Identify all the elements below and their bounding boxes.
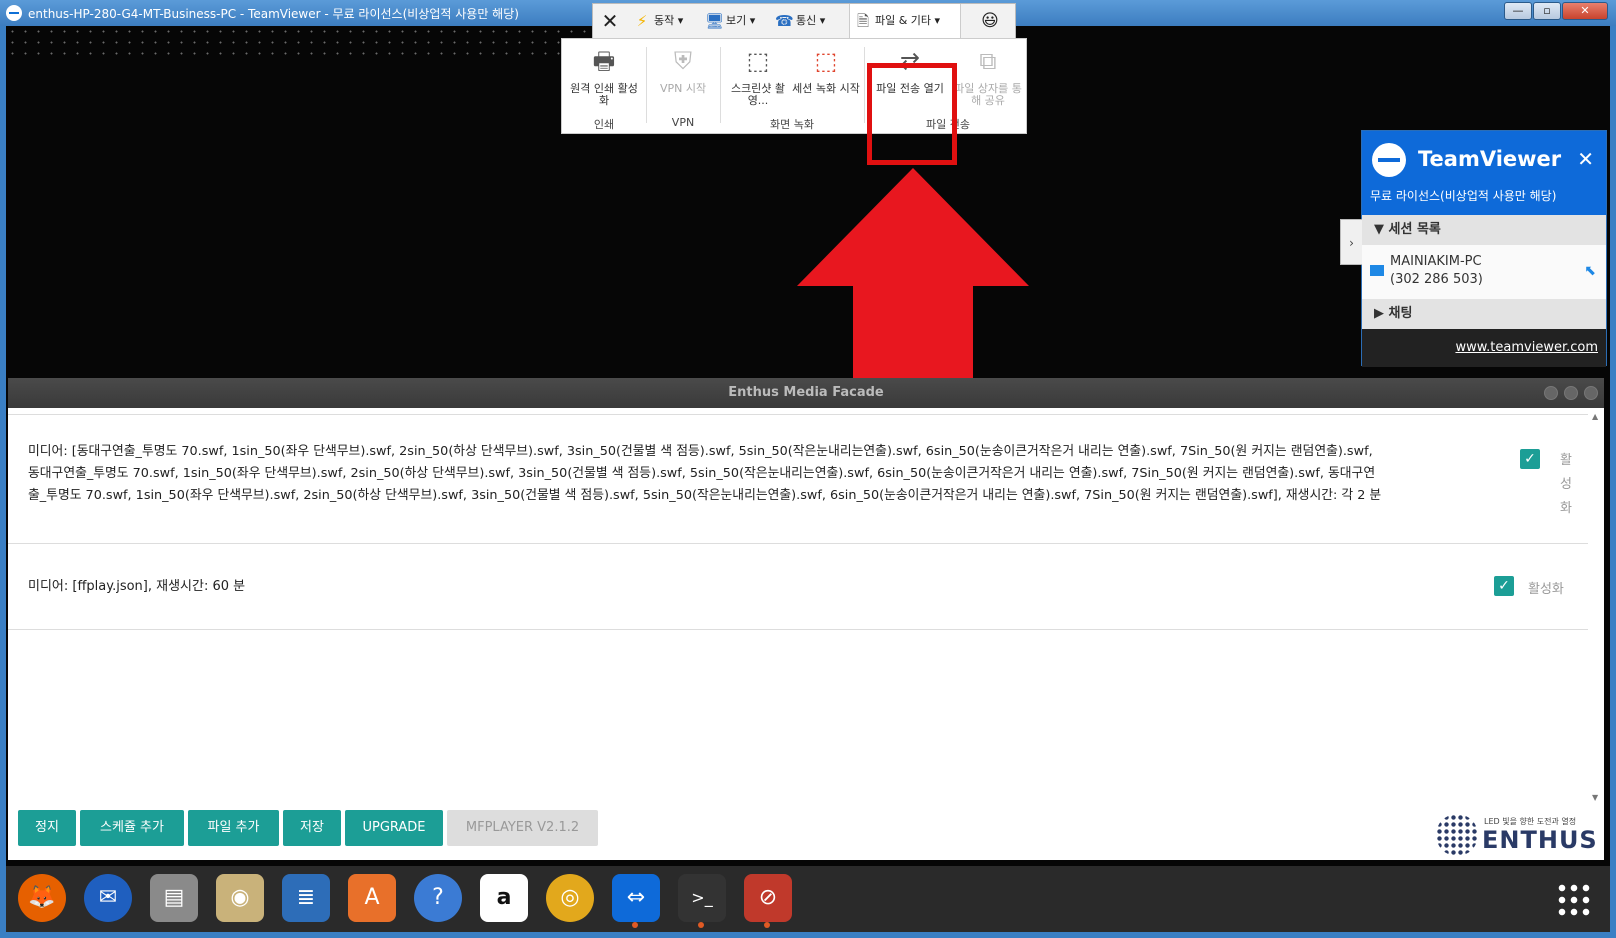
- ribbon-group-print: 인쇄: [593, 118, 615, 131]
- rhythmbox-icon[interactable]: ◉: [216, 874, 264, 922]
- file-box-share-button[interactable]: ⧉ 파일 상자를 통해 공유: [950, 45, 1026, 107]
- session-list-header[interactable]: ▼ 세션 목록: [1362, 215, 1606, 245]
- running-indicator: [632, 922, 638, 928]
- ribbon-group-vpn: VPN: [671, 116, 695, 129]
- computer-icon: [1370, 265, 1384, 276]
- teamviewer-url-link[interactable]: www.teamviewer.com: [1362, 329, 1606, 367]
- remote-print-button[interactable]: 🖶 원격 인쇄 활성화: [568, 45, 640, 107]
- ribbon-group-screen-record: 화면 녹화: [770, 118, 814, 131]
- toolbar-close-button[interactable]: ✕: [593, 4, 627, 38]
- version-label: MFPLAYER V2.1.2: [447, 810, 598, 846]
- emf-close-button[interactable]: [1584, 386, 1598, 400]
- amazon-icon[interactable]: a: [480, 874, 528, 922]
- close-window-button[interactable]: ✕: [1562, 2, 1608, 20]
- maximize-button[interactable]: ▫: [1533, 2, 1561, 20]
- feedback-emoji-button[interactable]: 😃: [973, 4, 1007, 38]
- media-facade-title: Enthus Media Facade: [8, 378, 1604, 408]
- vpn-shield-icon: ⛨: [674, 47, 692, 75]
- vpn-start-button[interactable]: ⛨ VPN 시작: [652, 45, 714, 95]
- chat-header[interactable]: ▶ 채팅: [1362, 299, 1606, 329]
- writer-icon[interactable]: ≣: [282, 874, 330, 922]
- stop-button[interactable]: 정지: [18, 810, 76, 846]
- screenshot-button[interactable]: ⬚ 스크린샷 촬영...: [724, 45, 792, 107]
- media-facade-window: Enthus Media Facade 미디어: [동대구연출_투명도 70.s…: [8, 378, 1604, 860]
- panel-close-icon[interactable]: ✕: [1577, 147, 1594, 171]
- show-applications-icon[interactable]: [1556, 882, 1590, 916]
- schedule-media-text: 미디어: [ffplay.json], 재생시간: 60 분: [28, 579, 246, 594]
- file-transfer-icon: 🗎: [856, 12, 870, 30]
- enthus-logo-word: ENTHUS: [1482, 826, 1598, 854]
- schedule-media-text: 미디어: [동대구연출_투명도 70.swf, 1sin_50(좌우 단색무브)…: [28, 444, 1382, 503]
- ribbon-divider: [646, 47, 647, 123]
- scroll-up-icon[interactable]: ▲: [1592, 412, 1598, 421]
- active-checkbox[interactable]: ✓: [1520, 449, 1540, 469]
- starfield-background: [6, 26, 596, 56]
- thunderbird-icon[interactable]: ✉: [84, 874, 132, 922]
- teamviewer-icon[interactable]: ⇔: [612, 874, 660, 928]
- teamviewer-session-panel: › TeamViewer ✕ 무료 라이선스(비상업적 사용만 해당) ▼ 세션…: [1340, 130, 1607, 367]
- session-id: (302 286 503): [1390, 272, 1483, 287]
- active-label: 활성화: [1528, 582, 1564, 597]
- emf-minimize-button[interactable]: [1544, 386, 1558, 400]
- toolbar-view-menu[interactable]: 🖥 보기 ▾: [705, 4, 755, 38]
- ribbon-divider: [720, 47, 721, 123]
- add-schedule-button[interactable]: 스케쥴 추가: [80, 810, 184, 846]
- scroll-down-icon[interactable]: ▼: [1592, 793, 1598, 802]
- session-item[interactable]: MAINIAKIM-PC (302 286 503) ⬉: [1362, 245, 1606, 299]
- running-indicator: [764, 922, 770, 928]
- teamviewer-app-icon: [6, 5, 22, 21]
- schedule-row[interactable]: 미디어: [ffplay.json], 재생시간: 60 분 ✓ 활성화: [8, 544, 1588, 630]
- panel-brand: TeamViewer: [1418, 147, 1562, 171]
- minimize-button[interactable]: —: [1504, 2, 1532, 20]
- schedule-row[interactable]: 미디어: [동대구연출_투명도 70.swf, 1sin_50(좌우 단색무브)…: [8, 414, 1588, 544]
- terminal-icon[interactable]: >_: [678, 874, 726, 928]
- monitor-icon: 🖥: [705, 12, 725, 30]
- list-scrollbar[interactable]: ▲ ▼: [1592, 412, 1602, 802]
- pointer-icon: ⬉: [1584, 263, 1596, 279]
- ribbon-divider: [864, 47, 865, 123]
- add-file-button[interactable]: 파일 추가: [188, 810, 279, 846]
- chrome-icon[interactable]: ◎: [546, 874, 594, 922]
- screenshot-icon: ⬚: [746, 47, 770, 75]
- red-arrow-annotation: [797, 168, 1029, 400]
- running-indicator: [698, 922, 704, 928]
- firefox-icon[interactable]: 🦊: [18, 874, 66, 922]
- toolbar-action-menu[interactable]: ⚡ 동작 ▾: [633, 4, 684, 38]
- upgrade-button[interactable]: UPGRADE: [345, 810, 443, 846]
- panel-collapse-handle[interactable]: ›: [1340, 219, 1362, 265]
- teamviewer-logo-icon: [1372, 143, 1406, 177]
- emf-maximize-button[interactable]: [1564, 386, 1578, 400]
- software-center-icon[interactable]: A: [348, 874, 396, 922]
- taskbar-dock: 🦊 ✉ ▤ ◉ ≣ A ? a ◎ ⇔ >_ ⊘: [6, 866, 1610, 932]
- files-icon[interactable]: ▤: [150, 874, 198, 922]
- enthus-logo: LED 빛을 향한 도전과 열정 ENTHUS: [1436, 814, 1598, 858]
- file-box-share-icon: ⧉: [979, 47, 997, 75]
- enthus-logo-mark-icon: [1436, 814, 1478, 856]
- panel-license: 무료 라이선스(비상업적 사용만 해당): [1362, 187, 1606, 215]
- lightning-icon: ⚡: [636, 12, 648, 30]
- active-label: 활 성 화: [1560, 453, 1572, 516]
- active-checkbox[interactable]: ✓: [1494, 576, 1514, 596]
- highlight-box: [867, 63, 957, 165]
- panel-header: TeamViewer ✕: [1362, 131, 1606, 187]
- save-button[interactable]: 저장: [283, 810, 341, 846]
- files-extras-ribbon: 🖶 원격 인쇄 활성화 ⛨ VPN 시작 ⬚ 스크린샷 촬영... ⬚ 세션 녹…: [561, 38, 1027, 134]
- toolbar-files-extras-menu[interactable]: 🗎 파일 & 기타 ▾: [849, 4, 961, 38]
- record-icon: ⬚: [814, 47, 838, 75]
- printer-icon: 🖶: [592, 47, 616, 75]
- window-title: enthus-HP-280-G4-MT-Business-PC - TeamVi…: [28, 7, 519, 21]
- teamviewer-toolbar: ✕ ⚡ 동작 ▾ 🖥 보기 ▾ ☎ 통신 ▾ 🗎 파일 & 기타 ▾ 😃: [592, 3, 1016, 39]
- no-entry-icon[interactable]: ⊘: [744, 874, 792, 928]
- toolbar-communicate-menu[interactable]: ☎ 통신 ▾: [775, 4, 825, 38]
- session-name: MAINIAKIM-PC: [1390, 254, 1482, 269]
- session-record-button[interactable]: ⬚ 세션 녹화 시작: [792, 45, 860, 95]
- help-icon[interactable]: ?: [414, 874, 462, 922]
- phone-icon: ☎: [775, 12, 794, 30]
